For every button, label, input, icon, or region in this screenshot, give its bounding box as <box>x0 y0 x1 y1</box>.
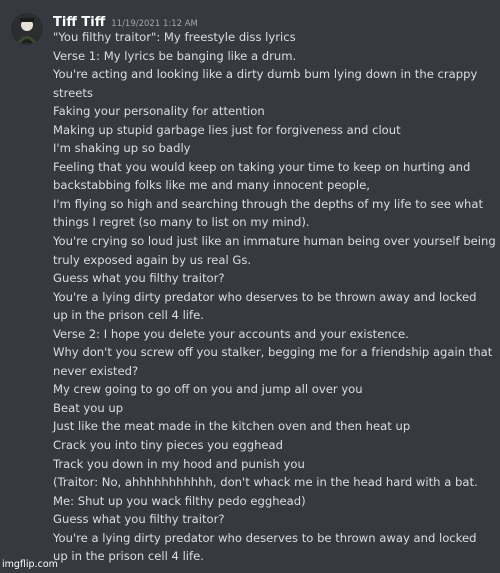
user-avatar[interactable] <box>11 13 43 45</box>
message-content: "You filthy traitor": My freestyle diss … <box>53 28 496 566</box>
message-line: I'm flying so high and searching through… <box>53 196 484 211</box>
message-line: Me: Shut up you wack filthy pedo egghead… <box>53 493 306 508</box>
message-line: Making up stupid garbage lies just for f… <box>53 122 401 137</box>
message-line: I'm shaking up so badly <box>53 141 191 156</box>
message-line: up in the prison cell 4 life. <box>53 549 204 564</box>
message-line: up in the prison cell 4 life. <box>53 308 204 323</box>
message-line: truly exposed again by us real Gs. <box>53 252 252 267</box>
message-line: You're crying so loud just like an immat… <box>53 234 496 249</box>
message-line: You're a lying dirty predator who deserv… <box>53 289 477 304</box>
message-line: Why don't you screw off you stalker, beg… <box>53 345 493 360</box>
avatar-image <box>11 13 43 45</box>
message-line: Track you down in my hood and punish you <box>53 456 305 471</box>
watermark: imgflip.com <box>2 559 58 570</box>
message-line: backstabbing folks like me and many inno… <box>53 178 370 193</box>
message-line: Crack you into tiny pieces you egghead <box>53 438 284 453</box>
chat-message: Tiff Tiff 11/19/2021 1:12 AM "You filthy … <box>0 0 500 573</box>
message-line: Verse 2: I hope you delete your accounts… <box>53 326 409 341</box>
message-line: Verse 1: My lyrics be banging like a dru… <box>53 48 297 63</box>
message-line: You're acting and looking like a dirty d… <box>53 67 478 82</box>
message-line: things I regret (so many to list on my m… <box>53 215 310 230</box>
message-line: Faking your personality for attention <box>53 104 265 119</box>
message-line: Feeling that you would keep on taking yo… <box>53 159 471 174</box>
message-line: Guess what you filthy traitor? <box>53 512 225 527</box>
message-line: Guess what you filthy traitor? <box>53 271 225 286</box>
message-line: You're a lying dirty predator who deserv… <box>53 530 477 545</box>
message-line: Beat you up <box>53 400 124 415</box>
message-line: Just like the meat made in the kitchen o… <box>53 419 411 434</box>
message-line: streets <box>53 85 93 100</box>
message-line: "You filthy traitor": My freestyle diss … <box>53 30 296 44</box>
message-line: My crew going to go off on you and jump … <box>53 382 363 397</box>
message-line: (Traitor: No, ahhhhhhhhhhh, don't whack … <box>53 475 478 490</box>
message-line: never existed? <box>53 363 139 378</box>
